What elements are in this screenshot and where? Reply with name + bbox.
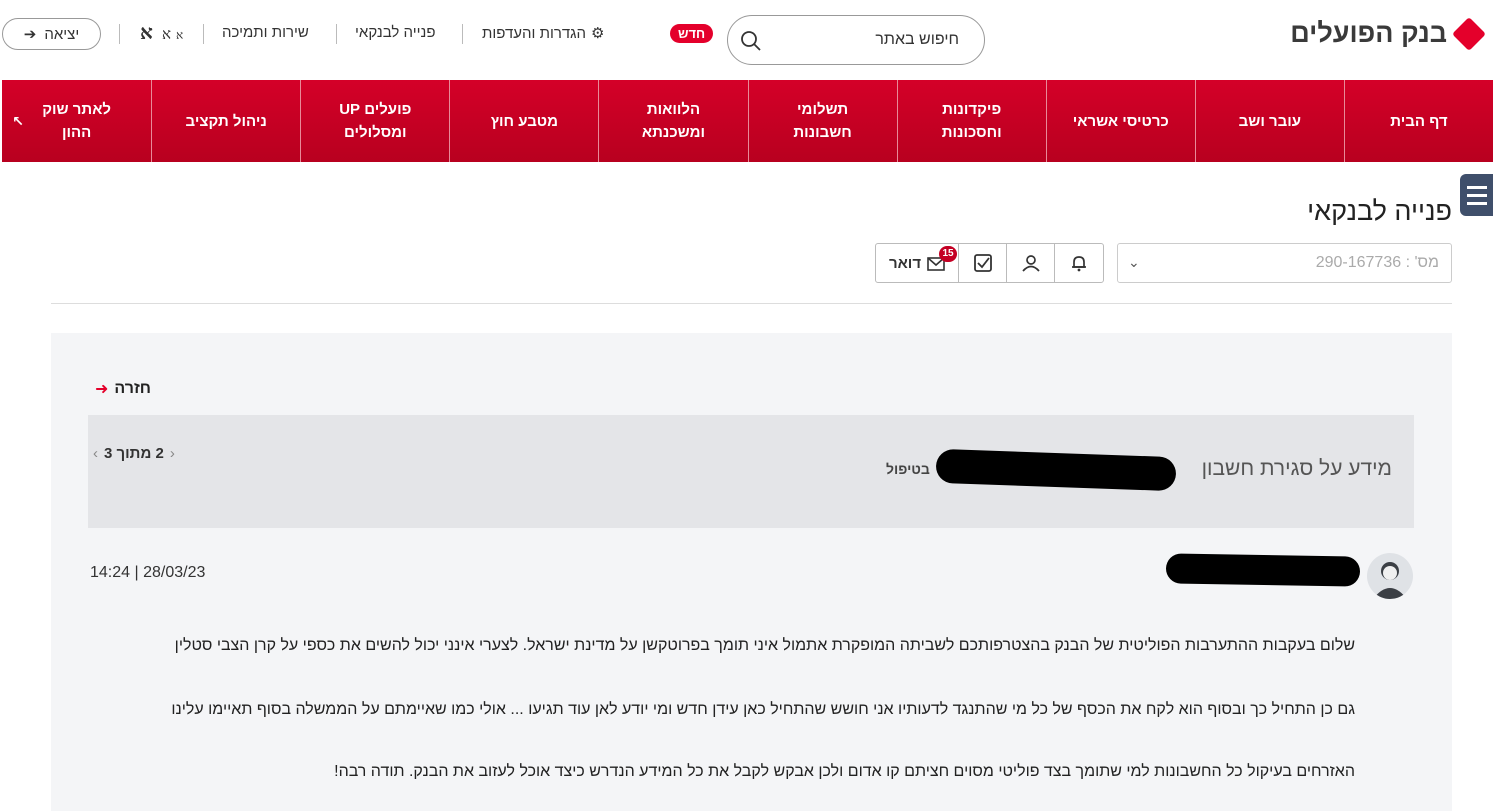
nav-item-capital-market[interactable]: לאתר שוק ההון ↖ (2, 80, 151, 162)
exit-label: יציאה (44, 25, 80, 43)
main-nav: דף הבית עובר ושב כרטיסי אשראי פיקדונות ו… (2, 80, 1493, 162)
separator (336, 24, 337, 44)
mail-count-badge: 15 (939, 246, 957, 262)
contact-banker-link[interactable]: פנייה לבנקאי (355, 24, 435, 41)
pager-label: 2 מתוך 3 (104, 445, 164, 462)
side-menu-button[interactable] (1460, 174, 1493, 216)
message-status: בטיפול (886, 461, 930, 477)
bell-icon (1072, 256, 1086, 272)
nav-item-checking[interactable]: עובר ושב (1194, 80, 1344, 162)
message-body-line: שלום בעקבות ההתערבות הפוליטית של הבנק בה… (174, 637, 1355, 654)
bank-logo[interactable]: בנק הפועלים (1290, 16, 1487, 51)
redaction-mark (935, 448, 1177, 492)
menu-line (1466, 201, 1487, 205)
font-small-button[interactable]: א (176, 28, 183, 42)
chevron-down-icon: ⌄ (1128, 254, 1140, 270)
mail-label: דואר (888, 254, 922, 272)
external-link-icon: ↖ (12, 113, 24, 129)
font-large-button[interactable]: א (140, 20, 153, 44)
user-avatar-icon (1373, 562, 1407, 599)
new-badge: חדש (670, 24, 714, 43)
font-size-controls: א א א (136, 20, 183, 45)
tasks-button[interactable] (959, 244, 1007, 282)
avatar (1367, 553, 1413, 599)
nav-label: פיקדונות וחסכונות (941, 101, 1002, 141)
nav-item-deposits[interactable]: פיקדונות וחסכונות (896, 80, 1046, 162)
separator (462, 24, 463, 44)
nav-item-bill-payments[interactable]: תשלומי חשבונות (747, 80, 897, 162)
nav-label: לאתר שוק ההון (42, 101, 111, 141)
search-icon[interactable] (740, 30, 762, 52)
action-icon-bar: דואר 15 (875, 243, 1104, 283)
exit-arrow-icon: ➔ (23, 26, 37, 43)
message-subject: מידע על סגירת חשבון (1201, 457, 1392, 480)
nav-label: מטבע חוץ (490, 112, 559, 130)
separator (203, 24, 204, 44)
service-support-link[interactable]: שירות ותמיכה (222, 24, 309, 41)
nav-label: הלוואות ומשכנתא (641, 101, 706, 141)
font-medium-button[interactable]: א (162, 25, 171, 43)
message-body-line: האזרחים בעיקול כל החשבונות למי שתומך בצד… (334, 763, 1355, 780)
notifications-button[interactable] (1055, 244, 1103, 282)
top-links: ⚙הגדרות והעדפות פנייה לבנקאי שירות ותמיכ… (0, 18, 630, 50)
nav-label: פועלים UP ומסלולים (339, 101, 412, 141)
banker-button[interactable] (1007, 244, 1055, 282)
gear-icon: ⚙ (591, 25, 605, 42)
account-value: מס' : 290-167736 (1315, 254, 1439, 271)
back-label: חזרה (114, 380, 152, 397)
separator (119, 24, 120, 44)
menu-line (1466, 185, 1487, 189)
person-icon (1021, 255, 1040, 272)
message-body-line: גם כן התחיל כך ובסוף הוא לקח את הכסף של … (171, 701, 1355, 718)
nav-label: ניהול תקציב (185, 112, 267, 130)
top-header: בנק הפועלים חדש ⚙הגדרות והעדפות פנייה לב… (0, 0, 1493, 80)
nav-item-credit-cards[interactable]: כרטיסי אשראי (1045, 80, 1195, 162)
logo-diamond-icon (1452, 16, 1486, 51)
settings-label: הגדרות והעדפות (482, 25, 587, 42)
chevron-right-icon[interactable]: › (93, 445, 98, 462)
message-timestamp: 14:24 | 28/03/23 (90, 564, 206, 581)
account-select[interactable]: מס' : 290-167736 ⌄ (1117, 243, 1452, 283)
message-header: מידע על סגירת חשבון בטיפול ‹ 2 מתוך 3 › (88, 415, 1414, 528)
message-panel: חזרה ➜ מידע על סגירת חשבון בטיפול ‹ 2 מת… (51, 333, 1452, 811)
mail-button[interactable]: דואר 15 (876, 244, 959, 282)
message-pager: ‹ 2 מתוך 3 › (93, 445, 175, 462)
divider (51, 303, 1452, 304)
settings-link[interactable]: ⚙הגדרות והעדפות (482, 24, 604, 42)
checkbox-icon (973, 254, 992, 272)
nav-item-budget[interactable]: ניהול תקציב (151, 80, 300, 162)
logo-text: בנק הפועלים (1290, 18, 1447, 48)
page-title: פנייה לבנקאי (1307, 196, 1452, 226)
nav-item-loans[interactable]: הלוואות ומשכנתא (598, 80, 747, 162)
back-arrow-icon: ➜ (95, 381, 109, 398)
nav-label: תשלומי חשבונות (793, 101, 852, 141)
nav-item-home[interactable]: דף הבית (1343, 80, 1493, 162)
redaction-mark (1165, 553, 1361, 587)
exit-button[interactable]: יציאה ➔ (2, 18, 101, 50)
search-box[interactable] (727, 15, 985, 65)
search-input[interactable] (784, 31, 984, 49)
menu-line (1466, 193, 1487, 197)
nav-label: כרטיסי אשראי (1072, 112, 1169, 130)
nav-item-foreign-currency[interactable]: מטבע חוץ (449, 80, 598, 162)
chevron-left-icon[interactable]: ‹ (170, 445, 175, 462)
nav-label: עובר ושב (1238, 112, 1302, 130)
nav-item-poalim-up[interactable]: פועלים UP ומסלולים (300, 80, 449, 162)
nav-label: דף הבית (1390, 112, 1448, 130)
back-button[interactable]: חזרה ➜ (95, 379, 151, 399)
